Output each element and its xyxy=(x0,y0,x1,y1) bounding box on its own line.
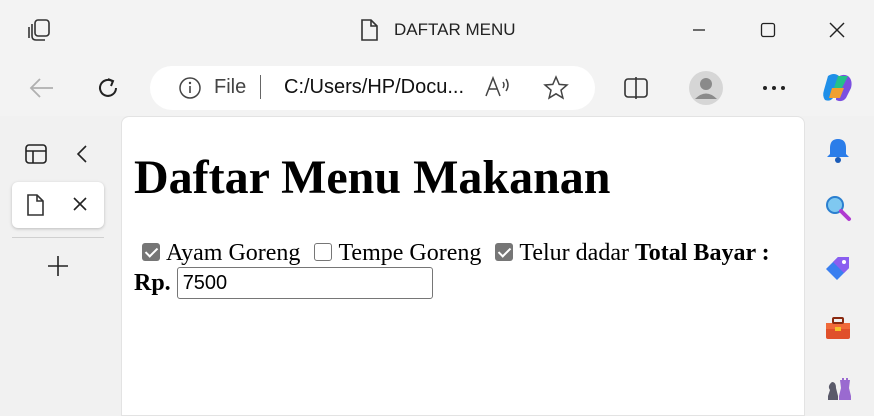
search-icon[interactable] xyxy=(824,194,852,222)
chess-icon[interactable] xyxy=(824,374,852,402)
star-icon[interactable] xyxy=(542,74,570,106)
window-title: DAFTAR MENU xyxy=(358,18,516,42)
label-telur-dadar: Telur dadar xyxy=(519,240,629,266)
back-button[interactable] xyxy=(22,68,62,108)
document-icon xyxy=(27,194,44,216)
profile-button[interactable] xyxy=(686,68,726,108)
window-title-text: DAFTAR MENU xyxy=(394,20,516,39)
tag-icon[interactable] xyxy=(824,254,852,282)
new-tab-button[interactable] xyxy=(42,250,74,282)
tabs-divider xyxy=(12,237,104,238)
bell-icon[interactable] xyxy=(824,136,852,164)
menu-form-line: Ayam Goreng Tempe Goreng Telur dadar Tot… xyxy=(134,239,794,267)
checkbox-telur-dadar[interactable] xyxy=(495,243,514,261)
refresh-icon xyxy=(99,78,117,97)
currency-label: Rp. xyxy=(134,270,171,296)
address-bar[interactable]: File C:/Users/HP/Docu... xyxy=(150,66,595,110)
tab-pane-button[interactable] xyxy=(20,138,52,170)
label-tempe-goreng: Tempe Goreng xyxy=(338,240,482,266)
title-bar: DAFTAR MENU xyxy=(0,0,874,60)
more-button[interactable] xyxy=(754,68,794,108)
navigation-bar: File C:/Users/HP/Docu... xyxy=(0,60,874,116)
more-icon xyxy=(763,86,785,90)
copilot-button[interactable] xyxy=(818,68,858,108)
split-screen-button[interactable] xyxy=(616,68,656,108)
total-line: Rp. xyxy=(134,267,433,299)
label-ayam-goreng: Ayam Goreng xyxy=(166,240,301,266)
split-screen-icon xyxy=(624,77,648,99)
tab-item[interactable] xyxy=(12,182,104,228)
total-label: Total Bayar : xyxy=(634,240,770,266)
address-scheme-label: File xyxy=(214,76,247,98)
copilot-icon xyxy=(823,74,852,102)
toolbox-icon[interactable] xyxy=(824,314,852,342)
vertical-tabs-sidebar xyxy=(0,116,120,405)
read-aloud-icon[interactable] xyxy=(484,74,512,104)
page-title: Daftar Menu Makanan xyxy=(134,151,611,204)
maximize-button[interactable] xyxy=(745,14,791,46)
chevron-left-icon xyxy=(76,145,87,163)
total-bayar-input[interactable] xyxy=(176,267,433,299)
page-content: Daftar Menu Makanan Ayam Goreng Tempe Go… xyxy=(121,116,805,416)
tab-actions-icon[interactable] xyxy=(26,16,54,44)
minimize-button[interactable] xyxy=(676,14,722,46)
collapse-pane-button[interactable] xyxy=(66,138,98,170)
back-arrow-icon xyxy=(29,78,53,98)
close-button[interactable] xyxy=(814,14,860,46)
info-icon[interactable] xyxy=(178,76,202,104)
checkbox-ayam-goreng[interactable] xyxy=(142,243,160,261)
address-url[interactable]: C:/Users/HP/Docu... xyxy=(284,76,464,99)
address-separator xyxy=(260,75,261,99)
close-tab-icon[interactable] xyxy=(70,194,90,214)
document-icon xyxy=(361,19,378,41)
right-sidebar xyxy=(806,116,874,405)
checkbox-tempe-goreng[interactable] xyxy=(314,243,333,261)
plus-icon xyxy=(48,256,68,276)
sidebar-layout-icon xyxy=(25,144,47,164)
profile-icon xyxy=(689,71,723,105)
refresh-button[interactable] xyxy=(88,68,128,108)
